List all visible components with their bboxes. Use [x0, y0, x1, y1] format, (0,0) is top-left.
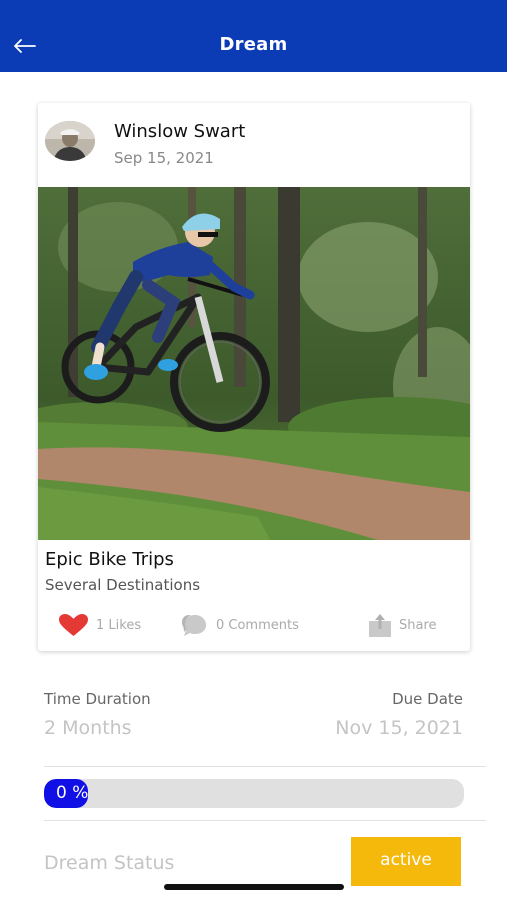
- post-title: Epic Bike Trips: [45, 549, 174, 570]
- post-actions: 1 Likes 0 Comments Share: [38, 608, 470, 642]
- share-label: Share: [399, 617, 437, 633]
- status-badge[interactable]: active: [351, 837, 461, 886]
- progress-text: 0 %: [56, 783, 89, 803]
- post-photo[interactable]: [38, 187, 470, 540]
- post-subtitle: Several Destinations: [45, 576, 201, 594]
- comments-count: 0 Comments: [216, 617, 299, 633]
- app-header: Dream: [0, 0, 507, 72]
- comment-icon: [182, 615, 206, 636]
- divider: [44, 820, 486, 821]
- progress-bar: 0 %: [44, 779, 464, 808]
- post-date: Sep 15, 2021: [114, 149, 214, 167]
- avatar[interactable]: [45, 121, 95, 161]
- like-button[interactable]: 1 Likes: [58, 608, 141, 642]
- comment-button[interactable]: 0 Comments: [181, 608, 299, 642]
- share-button[interactable]: Share: [368, 608, 437, 642]
- time-duration-label: Time Duration: [44, 690, 151, 708]
- share-icon: [369, 614, 391, 637]
- due-date-label: Due Date: [392, 690, 463, 708]
- page-title: Dream: [219, 34, 288, 55]
- dream-status-label: Dream Status: [44, 852, 175, 874]
- dream-post-card: Winslow Swart Sep 15, 2021 Epic Bike Tri…: [38, 103, 470, 651]
- divider: [44, 766, 486, 767]
- heart-icon: [59, 614, 88, 636]
- due-date-value: Nov 15, 2021: [335, 717, 463, 739]
- author-name[interactable]: Winslow Swart: [114, 121, 245, 142]
- likes-count: 1 Likes: [96, 617, 142, 633]
- time-duration-value: 2 Months: [44, 717, 132, 739]
- home-indicator: [164, 884, 344, 890]
